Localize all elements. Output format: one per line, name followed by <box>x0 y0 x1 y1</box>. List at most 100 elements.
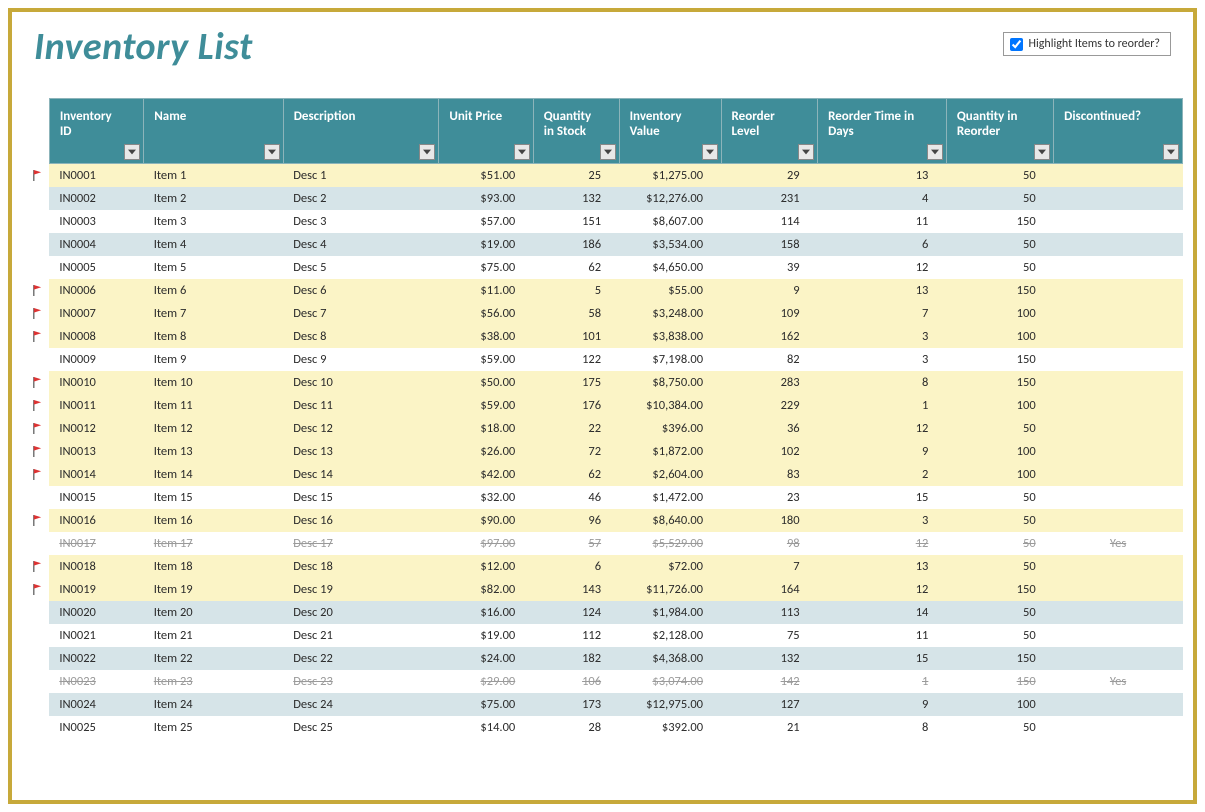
cell-description[interactable]: Desc 12 <box>283 417 439 440</box>
cell-qty-stock[interactable]: 28 <box>533 716 619 739</box>
cell-description[interactable]: Desc 17 <box>283 532 439 555</box>
cell-qty-stock[interactable]: 122 <box>533 348 619 371</box>
cell-qty-reorder[interactable]: 100 <box>946 394 1053 417</box>
cell-description[interactable]: Desc 11 <box>283 394 439 417</box>
cell-qty-stock[interactable]: 58 <box>533 302 619 325</box>
cell-qty-stock[interactable]: 5 <box>533 279 619 302</box>
filter-dropdown-icon[interactable] <box>600 144 616 160</box>
column-header[interactable]: Name <box>144 99 284 164</box>
table-row[interactable]: IN0012Item 12Desc 12$18.0022$396.0036125… <box>30 417 1183 440</box>
cell-reorder-time[interactable]: 1 <box>818 394 947 417</box>
column-header[interactable]: Description <box>283 99 439 164</box>
cell-name[interactable]: Item 15 <box>144 486 284 509</box>
cell-inventory-id[interactable]: IN0013 <box>49 440 143 463</box>
cell-name[interactable]: Item 9 <box>144 348 284 371</box>
cell-qty-stock[interactable]: 124 <box>533 601 619 624</box>
cell-reorder-level[interactable]: 98 <box>721 532 818 555</box>
cell-inventory-value[interactable]: $1,275.00 <box>619 164 721 188</box>
filter-dropdown-icon[interactable] <box>1163 144 1179 160</box>
cell-reorder-level[interactable]: 102 <box>721 440 818 463</box>
cell-qty-reorder[interactable]: 100 <box>946 302 1053 325</box>
table-row[interactable]: IN0021Item 21Desc 21$19.00112$2,128.0075… <box>30 624 1183 647</box>
cell-reorder-time[interactable]: 15 <box>818 486 947 509</box>
cell-inventory-id[interactable]: IN0023 <box>49 670 143 693</box>
cell-inventory-id[interactable]: IN0019 <box>49 578 143 601</box>
filter-dropdown-icon[interactable] <box>419 144 435 160</box>
cell-inventory-value[interactable]: $1,984.00 <box>619 601 721 624</box>
cell-discontinued[interactable] <box>1054 486 1183 509</box>
cell-unit-price[interactable]: $32.00 <box>439 486 533 509</box>
cell-qty-stock[interactable]: 96 <box>533 509 619 532</box>
cell-discontinued[interactable] <box>1054 601 1183 624</box>
table-row[interactable]: IN0017Item 17Desc 17$97.0057$5,529.00981… <box>30 532 1183 555</box>
cell-qty-reorder[interactable]: 50 <box>946 486 1053 509</box>
cell-reorder-level[interactable]: 7 <box>721 555 818 578</box>
cell-reorder-time[interactable]: 12 <box>818 417 947 440</box>
cell-inventory-value[interactable]: $12,276.00 <box>619 187 721 210</box>
cell-name[interactable]: Item 21 <box>144 624 284 647</box>
cell-reorder-level[interactable]: 113 <box>721 601 818 624</box>
cell-qty-stock[interactable]: 112 <box>533 624 619 647</box>
cell-inventory-id[interactable]: IN0001 <box>49 164 143 188</box>
cell-description[interactable]: Desc 15 <box>283 486 439 509</box>
cell-discontinued[interactable] <box>1054 164 1183 188</box>
cell-qty-reorder[interactable]: 50 <box>946 532 1053 555</box>
cell-reorder-time[interactable]: 1 <box>818 670 947 693</box>
cell-unit-price[interactable]: $29.00 <box>439 670 533 693</box>
cell-description[interactable]: Desc 8 <box>283 325 439 348</box>
cell-qty-reorder[interactable]: 50 <box>946 164 1053 188</box>
cell-unit-price[interactable]: $97.00 <box>439 532 533 555</box>
cell-unit-price[interactable]: $56.00 <box>439 302 533 325</box>
cell-qty-reorder[interactable]: 150 <box>946 647 1053 670</box>
cell-inventory-value[interactable]: $392.00 <box>619 716 721 739</box>
cell-name[interactable]: Item 7 <box>144 302 284 325</box>
cell-inventory-id[interactable]: IN0011 <box>49 394 143 417</box>
cell-qty-stock[interactable]: 62 <box>533 463 619 486</box>
table-row[interactable]: IN0011Item 11Desc 11$59.00176$10,384.002… <box>30 394 1183 417</box>
cell-description[interactable]: Desc 25 <box>283 716 439 739</box>
cell-discontinued[interactable] <box>1054 187 1183 210</box>
cell-qty-stock[interactable]: 25 <box>533 164 619 188</box>
cell-reorder-time[interactable]: 3 <box>818 348 947 371</box>
cell-unit-price[interactable]: $59.00 <box>439 348 533 371</box>
column-header[interactable]: Reorder Time in Days <box>818 99 947 164</box>
cell-discontinued[interactable] <box>1054 509 1183 532</box>
cell-discontinued[interactable] <box>1054 440 1183 463</box>
cell-reorder-time[interactable]: 13 <box>818 555 947 578</box>
cell-discontinued[interactable] <box>1054 578 1183 601</box>
cell-unit-price[interactable]: $59.00 <box>439 394 533 417</box>
cell-inventory-value[interactable]: $12,975.00 <box>619 693 721 716</box>
column-header[interactable]: Discontinued? <box>1054 99 1183 164</box>
cell-reorder-time[interactable]: 13 <box>818 164 947 188</box>
cell-reorder-level[interactable]: 158 <box>721 233 818 256</box>
cell-qty-stock[interactable]: 46 <box>533 486 619 509</box>
cell-qty-reorder[interactable]: 50 <box>946 233 1053 256</box>
cell-inventory-value[interactable]: $7,198.00 <box>619 348 721 371</box>
cell-discontinued[interactable] <box>1054 325 1183 348</box>
cell-inventory-value[interactable]: $11,726.00 <box>619 578 721 601</box>
table-row[interactable]: IN0023Item 23Desc 23$29.00106$3,074.0014… <box>30 670 1183 693</box>
cell-qty-stock[interactable]: 132 <box>533 187 619 210</box>
cell-unit-price[interactable]: $26.00 <box>439 440 533 463</box>
cell-inventory-id[interactable]: IN0014 <box>49 463 143 486</box>
column-header[interactable]: Quantity in Stock <box>533 99 619 164</box>
cell-inventory-id[interactable]: IN0002 <box>49 187 143 210</box>
table-row[interactable]: IN0001Item 1Desc 1$51.0025$1,275.0029135… <box>30 164 1183 188</box>
cell-reorder-level[interactable]: 39 <box>721 256 818 279</box>
cell-inventory-value[interactable]: $3,248.00 <box>619 302 721 325</box>
cell-qty-reorder[interactable]: 50 <box>946 509 1053 532</box>
cell-reorder-time[interactable]: 8 <box>818 371 947 394</box>
table-row[interactable]: IN0005Item 5Desc 5$75.0062$4,650.0039125… <box>30 256 1183 279</box>
cell-name[interactable]: Item 13 <box>144 440 284 463</box>
cell-qty-reorder[interactable]: 50 <box>946 555 1053 578</box>
cell-discontinued[interactable] <box>1054 624 1183 647</box>
cell-qty-reorder[interactable]: 100 <box>946 325 1053 348</box>
cell-qty-reorder[interactable]: 150 <box>946 371 1053 394</box>
cell-qty-stock[interactable]: 151 <box>533 210 619 233</box>
cell-description[interactable]: Desc 10 <box>283 371 439 394</box>
cell-description[interactable]: Desc 22 <box>283 647 439 670</box>
cell-unit-price[interactable]: $57.00 <box>439 210 533 233</box>
cell-reorder-level[interactable]: 21 <box>721 716 818 739</box>
cell-reorder-time[interactable]: 15 <box>818 647 947 670</box>
cell-discontinued[interactable] <box>1054 394 1183 417</box>
